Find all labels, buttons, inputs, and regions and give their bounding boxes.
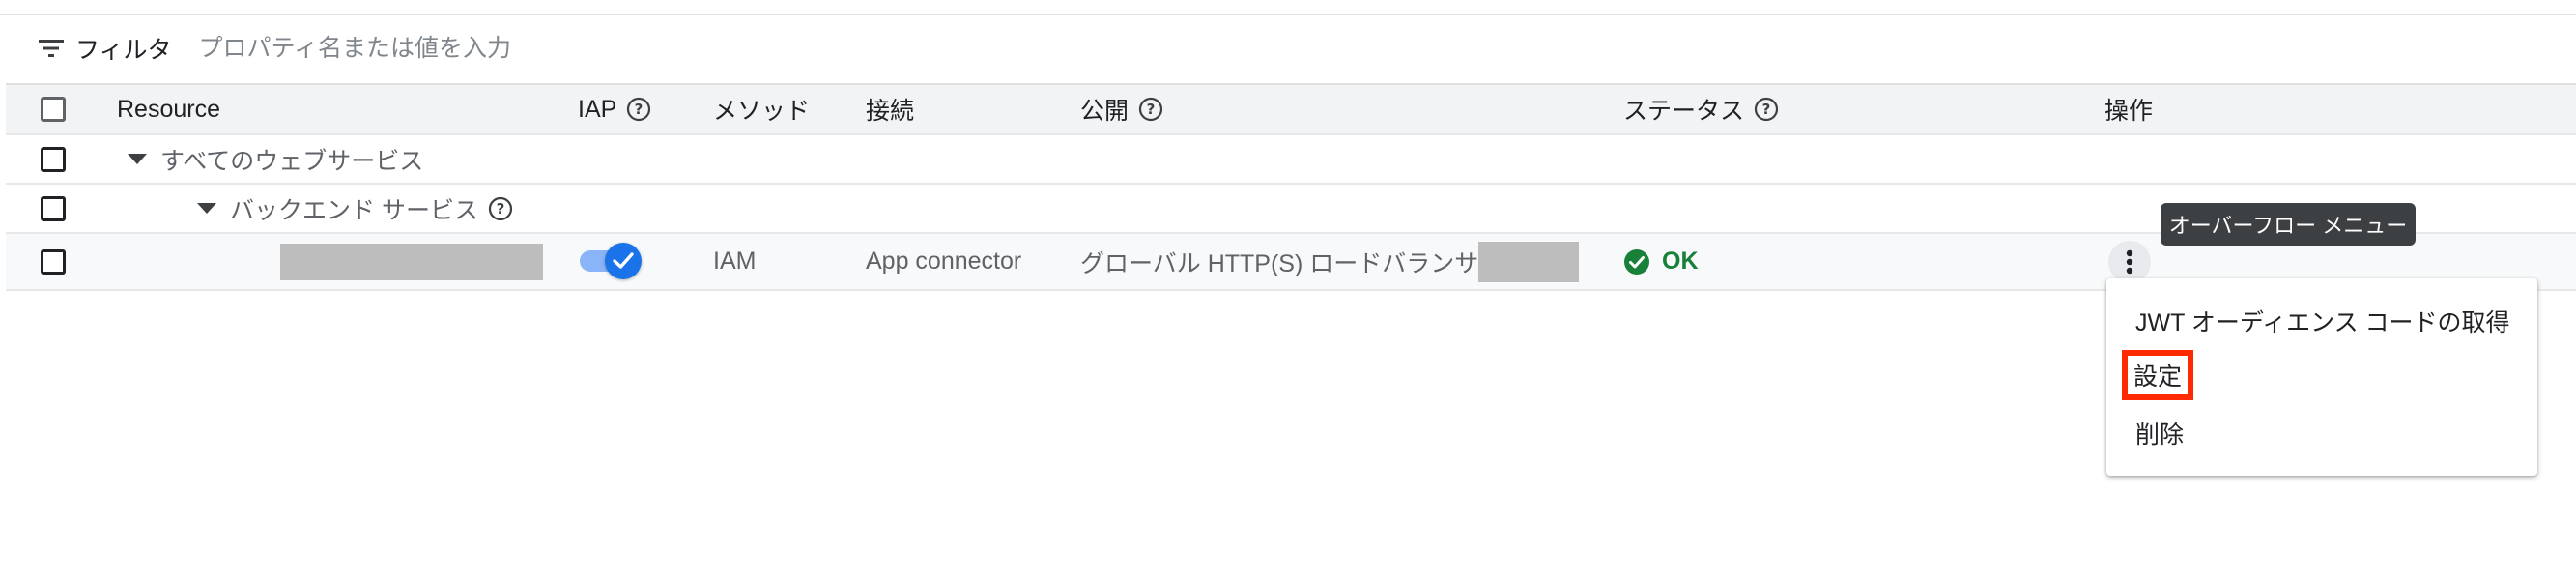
resource-table: Resource IAP ? メソッド 接続 公開 ? ステータス ? 操作 す…: [6, 83, 2576, 291]
top-divider: [0, 14, 2576, 15]
overflow-menu: JWT オーディエンス コードの取得 設定 削除: [2106, 278, 2537, 476]
svg-text:?: ?: [497, 200, 505, 218]
column-header-actions: 操作: [2104, 98, 2154, 125]
caret-down-icon[interactable]: [128, 154, 147, 164]
filter-icon[interactable]: [39, 37, 68, 60]
select-all-checkbox[interactable]: [41, 97, 66, 122]
row-checkbox[interactable]: [41, 248, 66, 275]
check-circle-icon: [1623, 248, 1650, 276]
menu-item-settings[interactable]: 設定: [2122, 350, 2194, 400]
column-header-status-label: ステータス: [1623, 98, 1745, 125]
row-checkbox[interactable]: [41, 195, 66, 221]
connection-value: App connector: [866, 247, 1022, 275]
more-vert-icon[interactable]: [2108, 240, 2151, 283]
published-value-text: グローバル HTTP(S) ロードバランサー: [1080, 249, 1486, 277]
help-circle-icon[interactable]: ?: [626, 97, 651, 122]
group-label-all-web-services: すべてのウェブサービス: [160, 147, 424, 175]
redacted-resource-name[interactable]: [280, 243, 543, 280]
column-header-status[interactable]: ステータス ?: [1623, 85, 1779, 133]
help-circle-icon[interactable]: ?: [1754, 97, 1779, 122]
filter-bar: フィルタ: [39, 29, 875, 68]
caret-down-icon[interactable]: [197, 203, 216, 214]
svg-text:?: ?: [1147, 101, 1156, 118]
row-checkbox[interactable]: [41, 146, 66, 172]
published-value: グローバル HTTP(S) ロードバランサー: [1080, 234, 1486, 289]
group-label-backend-services: バックエンド サービス: [230, 196, 478, 224]
column-header-iap-label: IAP: [578, 95, 617, 123]
column-header-published-label: 公開: [1080, 98, 1130, 125]
overflow-menu-tooltip: オーバーフロー メニュー: [2161, 203, 2416, 246]
table-row: すべてのウェブサービス: [6, 135, 2576, 185]
column-header-method[interactable]: メソッド: [713, 85, 810, 133]
help-circle-icon[interactable]: ?: [488, 196, 513, 221]
menu-item-get-jwt-audience[interactable]: JWT オーディエンス コードの取得: [2135, 304, 2510, 338]
column-header-published[interactable]: 公開 ?: [1080, 85, 1163, 133]
status-text: OK: [1662, 247, 1699, 275]
menu-item-delete[interactable]: 削除: [2135, 416, 2184, 451]
method-value: IAM: [713, 247, 757, 275]
svg-text:?: ?: [1762, 101, 1771, 118]
column-header-resource[interactable]: Resource: [117, 85, 220, 133]
column-header-connection[interactable]: 接続: [866, 85, 914, 133]
table-header-row: Resource IAP ? メソッド 接続 公開 ? ステータス ? 操作: [6, 83, 2576, 135]
redacted-published-tail: [1478, 242, 1579, 282]
column-header-iap[interactable]: IAP ?: [578, 85, 651, 133]
filter-label[interactable]: フィルタ: [75, 31, 172, 66]
status-cell: OK: [1623, 234, 1699, 289]
check-icon: [605, 242, 642, 279]
svg-text:?: ?: [635, 101, 644, 118]
filter-input[interactable]: [198, 34, 875, 63]
help-circle-icon[interactable]: ?: [1138, 97, 1163, 122]
iap-toggle[interactable]: [578, 242, 644, 281]
